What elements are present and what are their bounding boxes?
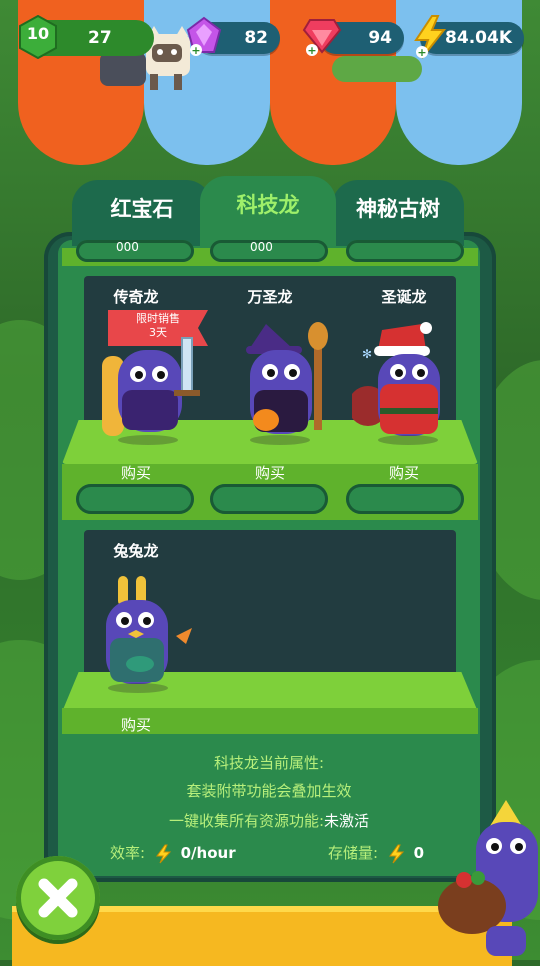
lightning-icon: + [414,15,447,59]
tab-ancient-tree[interactable]: 神秘古树 [332,180,464,246]
info-line-2-value: 未激活 [324,812,370,830]
buy-label-legend: 购买 [120,464,151,482]
price-slot-partial[interactable] [346,240,464,262]
dragon-name-bunny: 兔兔龙 [113,542,159,560]
info-title: 科技龙当前属性: [213,754,325,772]
dragon-name-legend: 传奇龙 [113,288,159,306]
tab-tech-dragon[interactable]: 科技龙 [200,176,336,246]
price-partial-value: 000 [116,240,139,254]
mascot-dragon [438,800,538,956]
info-line-2-label: 一键收集所有资源功能: [168,812,325,830]
dragon-name-christmas: 圣诞龙 [381,288,427,306]
buy-button-legend[interactable] [76,484,194,514]
bunny-dragon[interactable] [98,572,198,696]
dragon-name-halloween: 万圣龙 [247,288,293,306]
tab-ancient-tree-label: 神秘古树 [356,197,440,221]
xp-value: 27 [88,28,112,48]
purple-gem-value: 82 [244,28,268,48]
buy-label-bunny: 购买 [120,716,151,734]
efficiency-value: 0/hour [180,844,236,862]
red-gem-icon: + [302,19,342,57]
price-slot-partial[interactable]: 000 [210,240,328,262]
svg-text:✻: ✻ [362,347,372,361]
christmas-dragon[interactable]: ✻ [352,320,462,448]
price-partial-value: 000 [250,240,273,254]
price-slot-partial[interactable]: 000 [76,240,194,262]
tab-ruby[interactable]: 红宝石 [72,180,212,246]
svg-text:+: + [191,44,200,57]
purple-gem-icon: + [186,16,222,57]
tab-tech-dragon-label: 科技龙 [236,193,300,217]
storage-label: 存储量: [328,844,379,862]
badge-line-1: 限时销售 [136,312,180,325]
storage-row: 存储量: 0 [328,842,424,864]
lightning-icon [388,844,404,863]
halloween-dragon[interactable] [236,320,336,448]
info-line-2: 一键收集所有资源功能:未激活 [58,810,480,831]
energy-value: 84.04K [445,28,512,48]
legend-dragon[interactable] [100,332,210,448]
buy-button-christmas[interactable] [346,484,464,514]
close-icon [38,878,78,918]
shelf-column [456,530,476,680]
svg-text:+: + [417,46,426,59]
bush-decoration [332,56,422,82]
efficiency-row: 效率: 0/hour [110,842,236,864]
storage-value: 0 [413,844,425,862]
info-line-1: 套装附带功能会叠加生效 [186,782,352,800]
red-gem-value: 94 [368,28,392,48]
buy-label-halloween: 购买 [254,464,285,482]
buy-button-halloween[interactable] [210,484,328,514]
lightning-icon [155,844,171,863]
close-button[interactable] [16,856,100,940]
level-value: 10 [26,24,50,43]
buy-label-christmas: 购买 [388,464,419,482]
tab-ruby-label: 红宝石 [110,197,174,221]
efficiency-label: 效率: [110,844,146,862]
svg-text:+: + [307,44,316,57]
